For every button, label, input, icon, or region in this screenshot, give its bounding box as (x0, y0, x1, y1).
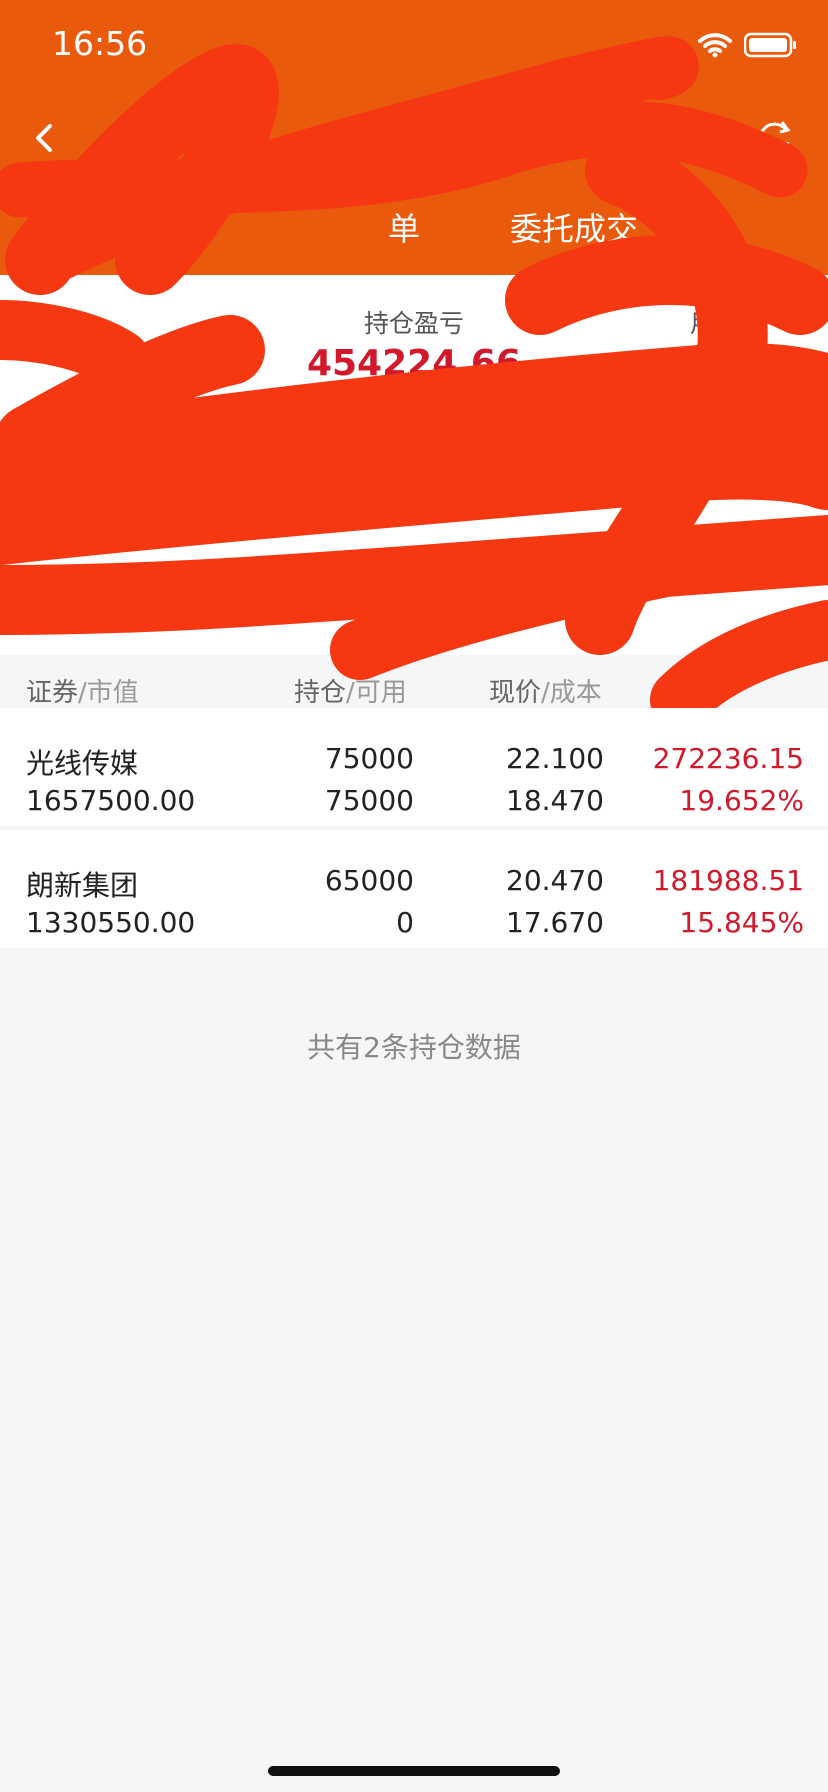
header-price-main: 现价 (489, 678, 542, 708)
status-icons (698, 32, 798, 58)
home-indicator[interactable] (268, 1766, 560, 1776)
positions-count-text: 共有2条持仓数据 (307, 1031, 521, 1064)
wifi-icon (698, 32, 732, 58)
position: 65000 (324, 864, 414, 897)
tab-buy[interactable]: 买入 (48, 204, 112, 250)
header-price-sub: 成本 (549, 678, 602, 708)
stock-name: 光线传媒 (26, 747, 139, 780)
header-security: 证券/市值 (26, 678, 139, 708)
price: 22.100 (506, 742, 604, 775)
header-security-sub: 市值 (86, 678, 139, 708)
market-value: 1330550.00 (26, 906, 196, 939)
battery-icon (744, 32, 798, 58)
cost: 17.670 (506, 906, 604, 939)
tab-indicator (732, 264, 764, 270)
refresh-icon[interactable] (752, 116, 796, 160)
available-label: 用 (690, 309, 716, 338)
tab-bar: 买入 单 委托成交 (0, 204, 828, 260)
profit-pct: 19.652% (679, 784, 804, 817)
available: 75000 (324, 784, 414, 817)
profit-pct: 15.845% (679, 906, 804, 939)
header-position-sub: 可用 (354, 678, 407, 708)
position-pnl-value: 454224.66 (306, 343, 522, 384)
tab-orders-trades[interactable]: 委托成交 (510, 204, 638, 250)
position: 75000 (324, 742, 414, 775)
header-security-main: 证券 (26, 678, 79, 708)
header-position: 持仓/可用 (294, 678, 407, 708)
price: 20.470 (506, 864, 604, 897)
header-price: 现价/成本 (489, 678, 602, 708)
stock-name: 朗新集团 (26, 869, 139, 902)
profit: 181988.51 (652, 864, 804, 897)
profit: 272236.15 (652, 742, 804, 775)
status-time: 16:56 (52, 24, 148, 63)
page-title: 普通 (381, 109, 446, 147)
market-value: 1657500.00 (26, 784, 196, 817)
share-icon[interactable] (610, 120, 654, 164)
tab-order[interactable]: 单 (388, 204, 420, 250)
available: 0 (396, 906, 414, 939)
header-position-main: 持仓 (294, 678, 347, 708)
cost: 18.470 (506, 784, 604, 817)
